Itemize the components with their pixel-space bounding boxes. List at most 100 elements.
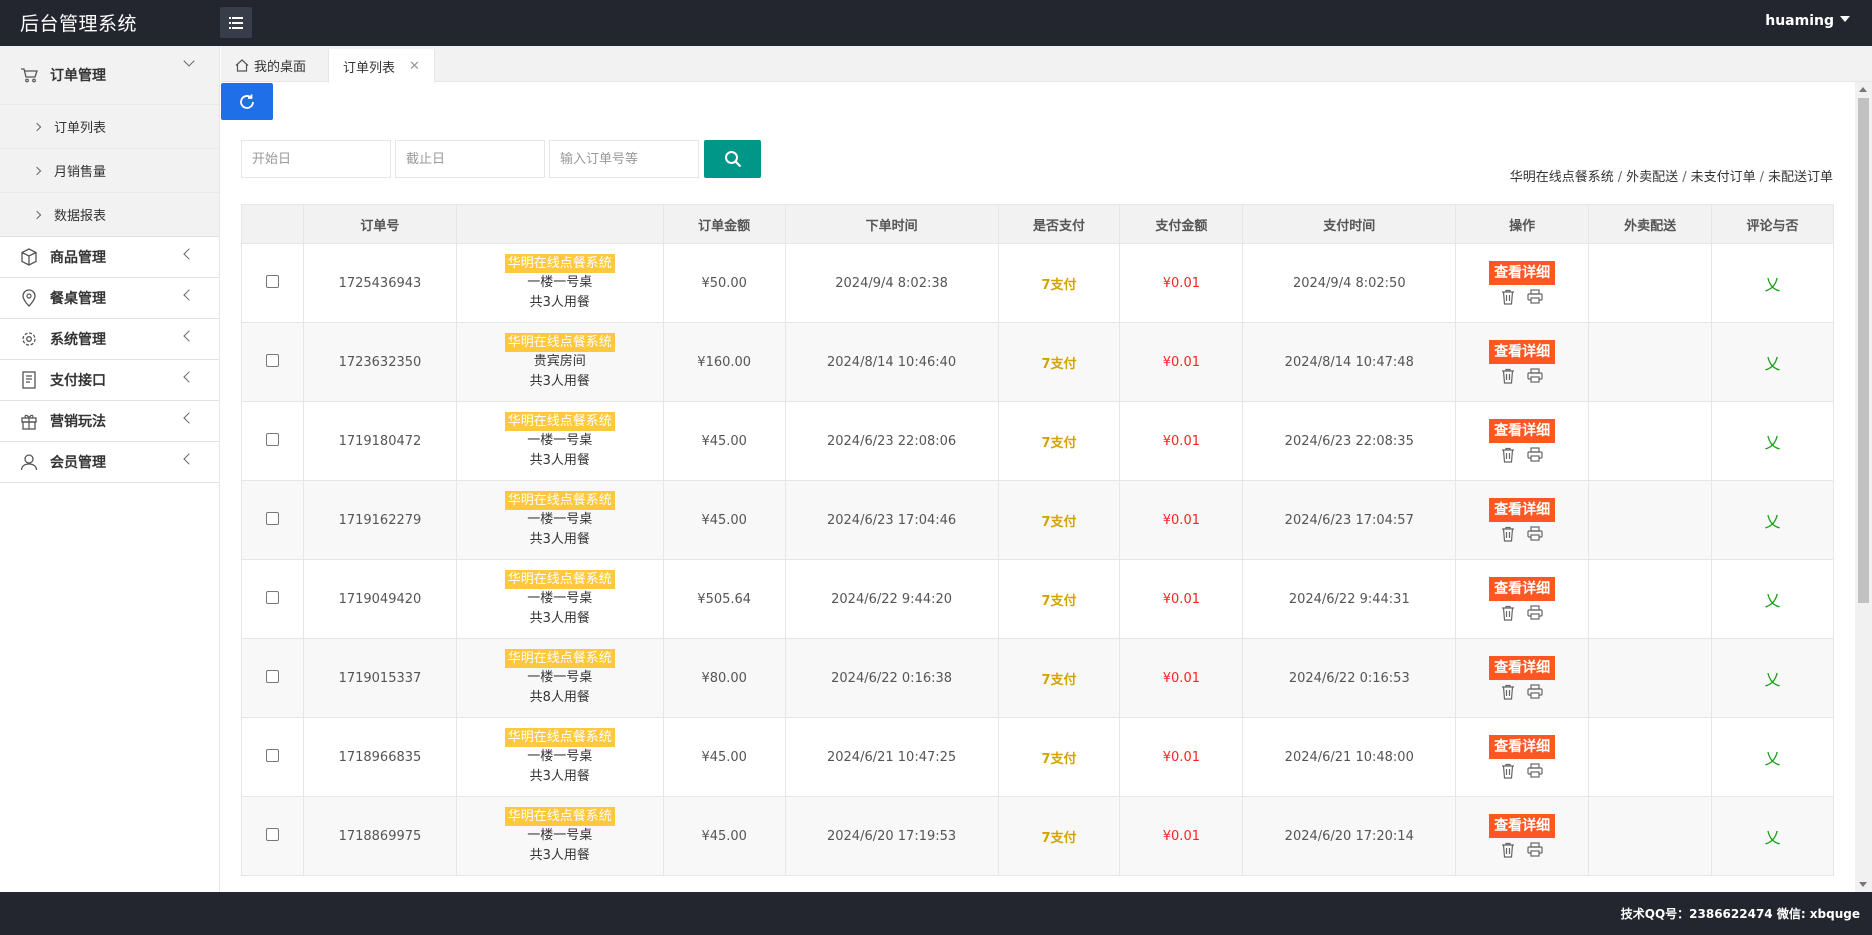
- order-time: 2024/8/14 10:46:40: [784, 322, 999, 402]
- tab-bar: 我的桌面 订单列表 ✕: [221, 46, 1872, 83]
- end-date-input[interactable]: [395, 140, 545, 178]
- printer-icon[interactable]: [1527, 842, 1543, 857]
- order-amount: ¥45.00: [662, 796, 786, 876]
- column-header: 订单金额: [662, 204, 786, 244]
- view-detail-button[interactable]: 查看详细: [1489, 340, 1556, 364]
- pay-status: 7支付: [1041, 514, 1077, 530]
- trash-icon[interactable]: [1501, 526, 1515, 542]
- view-detail-button[interactable]: 查看详细: [1489, 261, 1556, 285]
- operations-cell: 查看详细: [1455, 717, 1590, 797]
- sidebar-item-system[interactable]: 系统管理: [0, 319, 219, 359]
- row-checkbox[interactable]: [265, 274, 279, 288]
- pay-status: 7支付: [1041, 356, 1077, 372]
- search-button[interactable]: [704, 140, 761, 178]
- sidebar-item-tables[interactable]: 餐桌管理: [0, 278, 219, 318]
- sidebar-subitem-monthly-sales[interactable]: 月销售量: [0, 148, 219, 192]
- row-checkbox[interactable]: [265, 353, 279, 367]
- comment-status-icon: 乂: [1764, 670, 1781, 689]
- close-icon[interactable]: ✕: [409, 59, 420, 74]
- printer-icon[interactable]: [1527, 289, 1543, 304]
- order-amount: ¥50.00: [662, 243, 786, 323]
- hamburger-icon: [229, 16, 243, 29]
- view-detail-button[interactable]: 查看详细: [1489, 577, 1556, 601]
- sidebar-item-label: 订单管理: [50, 68, 106, 84]
- breadcrumb-item[interactable]: 未配送订单: [1768, 170, 1833, 185]
- order-id: 1719180472: [302, 401, 457, 481]
- pay-amount: ¥0.01: [1162, 354, 1200, 370]
- trash-icon[interactable]: [1501, 842, 1515, 858]
- row-checkbox[interactable]: [265, 432, 279, 446]
- printer-icon[interactable]: [1527, 526, 1543, 541]
- guest-count: 共3人用餐: [529, 768, 590, 784]
- vertical-scrollbar[interactable]: [1855, 82, 1872, 892]
- order-desc-cell: 华明在线点餐系统 一楼一号桌 共3人用餐: [455, 796, 664, 876]
- chevron-left-icon: [183, 412, 195, 424]
- sidebar-subitem-order-list[interactable]: 订单列表: [0, 104, 219, 148]
- row-checkbox[interactable]: [265, 511, 279, 525]
- order-desc-cell: 华明在线点餐系统 一楼一号桌 共8人用餐: [455, 638, 664, 718]
- pay-status-cell: 7支付: [997, 243, 1121, 323]
- user-menu[interactable]: huaming: [1765, 13, 1850, 29]
- refresh-button[interactable]: [221, 83, 273, 120]
- shop-badge: 华明在线点餐系统: [504, 332, 615, 352]
- sidebar-group-system: 系统管理: [0, 319, 219, 360]
- user-icon: [20, 453, 38, 471]
- caret-down-icon: [1840, 16, 1850, 22]
- view-detail-button[interactable]: 查看详细: [1489, 498, 1556, 522]
- order-search-input[interactable]: [549, 140, 699, 178]
- column-header: 操作: [1455, 204, 1590, 244]
- breadcrumb-item[interactable]: 外卖配送: [1626, 170, 1678, 185]
- breadcrumb-item[interactable]: 未支付订单: [1691, 170, 1756, 185]
- sidebar-group-products: 商品管理: [0, 237, 219, 278]
- trash-icon[interactable]: [1501, 289, 1515, 305]
- trash-icon[interactable]: [1501, 447, 1515, 463]
- shop-badge: 华明在线点餐系统: [504, 490, 615, 510]
- row-checkbox[interactable]: [265, 669, 279, 683]
- comment-cell: 乂: [1711, 638, 1834, 718]
- breadcrumb-item[interactable]: 华明在线点餐系统: [1510, 170, 1614, 185]
- menu-toggle-button[interactable]: [220, 7, 252, 38]
- printer-icon[interactable]: [1527, 763, 1543, 778]
- delivery-cell: [1588, 480, 1713, 560]
- sidebar-item-label: 商品管理: [50, 250, 106, 266]
- comment-status-icon: 乂: [1764, 749, 1781, 768]
- row-select-cell: [241, 559, 304, 639]
- row-checkbox[interactable]: [265, 748, 279, 762]
- view-detail-button[interactable]: 查看详细: [1489, 814, 1556, 838]
- view-detail-button[interactable]: 查看详细: [1489, 735, 1556, 759]
- printer-icon[interactable]: [1527, 447, 1543, 462]
- sidebar-subitem-data-report[interactable]: 数据报表: [0, 192, 219, 236]
- sidebar-item-marketing[interactable]: 营销玩法: [0, 401, 219, 441]
- scrollbar-thumb[interactable]: [1858, 98, 1869, 603]
- view-detail-button[interactable]: 查看详细: [1489, 656, 1556, 680]
- start-date-input[interactable]: [241, 140, 391, 178]
- gift-icon: [20, 412, 38, 430]
- column-header: 是否支付: [997, 204, 1121, 244]
- sidebar-item-orders[interactable]: 订单管理: [0, 46, 219, 104]
- pay-status: 7支付: [1041, 277, 1077, 293]
- scroll-up-icon[interactable]: [1859, 87, 1867, 92]
- trash-icon[interactable]: [1501, 763, 1515, 779]
- printer-icon[interactable]: [1527, 368, 1543, 383]
- row-checkbox[interactable]: [265, 590, 279, 604]
- sidebar-item-members[interactable]: 会员管理: [0, 442, 219, 482]
- row-checkbox[interactable]: [265, 827, 279, 841]
- view-detail-button[interactable]: 查看详细: [1489, 419, 1556, 443]
- scroll-down-icon[interactable]: [1859, 882, 1867, 887]
- tab-order-list[interactable]: 订单列表 ✕: [328, 49, 435, 83]
- delivery-cell: [1588, 796, 1713, 876]
- pay-status: 7支付: [1041, 435, 1077, 451]
- sidebar-item-products[interactable]: 商品管理: [0, 237, 219, 277]
- pay-time: 2024/6/20 17:20:14: [1242, 796, 1457, 876]
- delivery-cell: [1588, 559, 1713, 639]
- printer-icon[interactable]: [1527, 684, 1543, 699]
- sidebar-item-payment[interactable]: 支付接口: [0, 360, 219, 400]
- delivery-cell: [1588, 243, 1713, 323]
- trash-icon[interactable]: [1501, 684, 1515, 700]
- trash-icon[interactable]: [1501, 605, 1515, 621]
- comment-status-icon: 乂: [1764, 828, 1781, 847]
- trash-icon[interactable]: [1501, 368, 1515, 384]
- tab-home[interactable]: 我的桌面: [221, 49, 320, 82]
- cart-icon: [20, 66, 38, 84]
- printer-icon[interactable]: [1527, 605, 1543, 620]
